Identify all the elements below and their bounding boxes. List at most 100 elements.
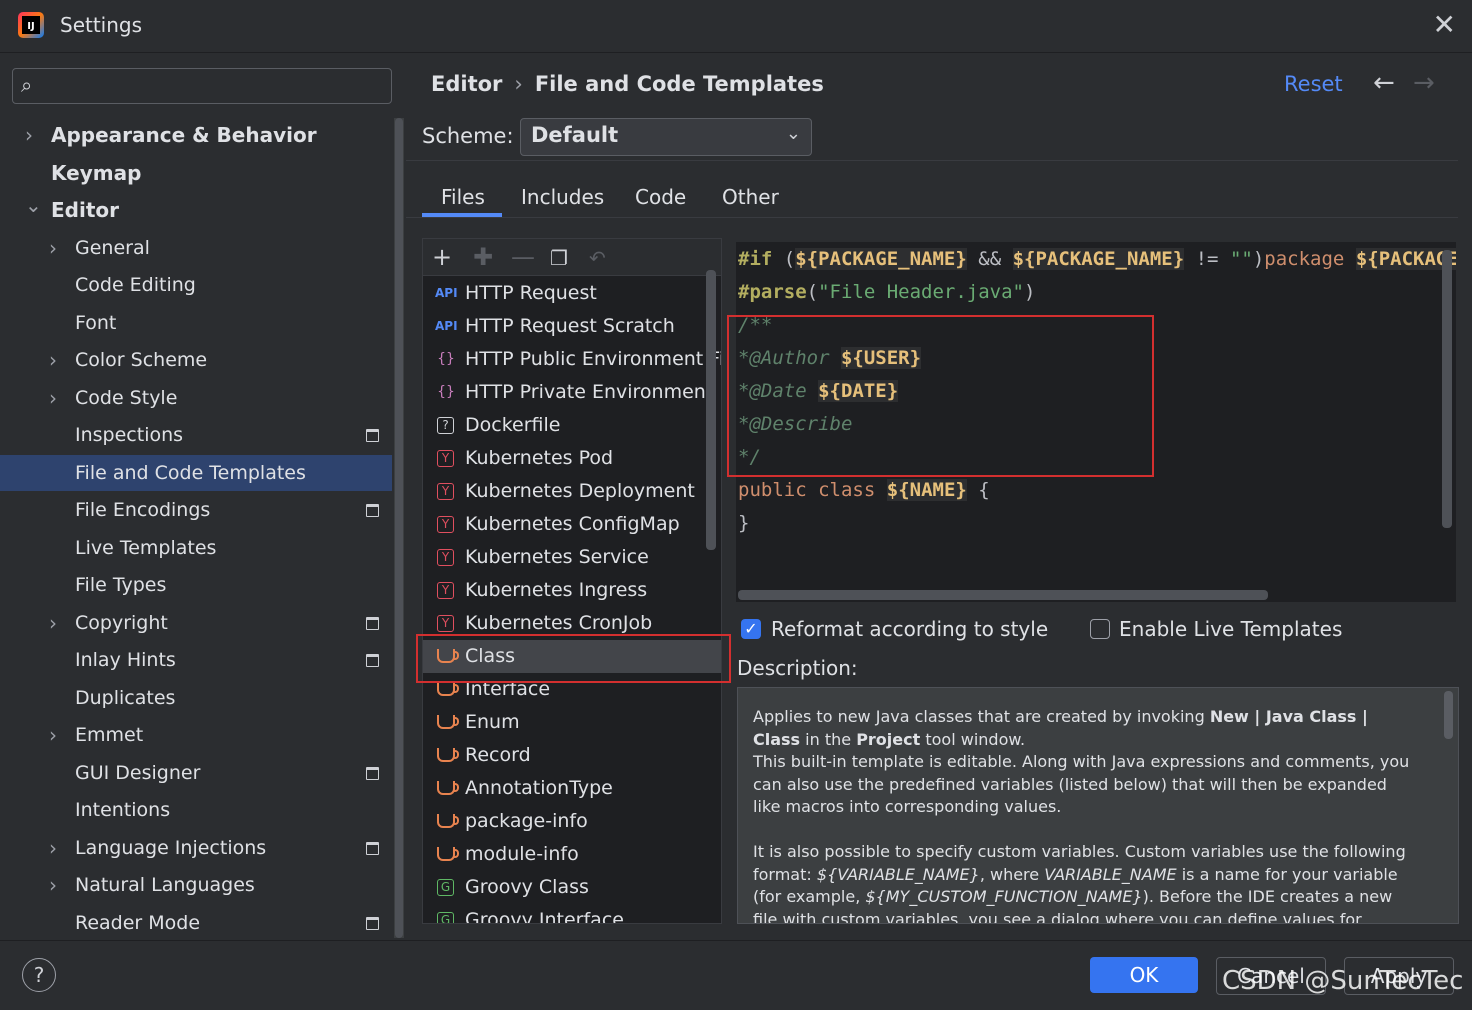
- sidebar-item[interactable]: › Appearance & Behavior: [0, 117, 392, 153]
- help-icon[interactable]: ?: [22, 958, 56, 992]
- yaml-icon: Y: [437, 549, 454, 566]
- ok-button[interactable]: OK: [1090, 957, 1198, 993]
- code-line: #parse("File Header.java"): [738, 276, 1035, 309]
- project-settings-icon: [366, 504, 379, 517]
- sidebar-item[interactable]: › Color Scheme: [0, 342, 392, 378]
- tab-code[interactable]: Code: [635, 185, 686, 209]
- remove-icon[interactable]: —: [511, 243, 535, 271]
- live-templates-checkbox[interactable]: [1090, 619, 1110, 639]
- chevron-right-icon[interactable]: ›: [49, 830, 57, 866]
- sidebar-item[interactable]: Live Templates: [0, 530, 392, 566]
- template-toolbar: + ✚ — ❐ ↶: [423, 239, 721, 276]
- template-list-scrollbar[interactable]: [706, 270, 716, 550]
- sidebar-item[interactable]: › General: [0, 230, 392, 266]
- sidebar-item[interactable]: › Code Style: [0, 380, 392, 416]
- sidebar-item[interactable]: GUI Designer: [0, 755, 392, 791]
- template-item[interactable]: {} HTTP Public Environment File: [423, 343, 721, 376]
- add-icon[interactable]: +: [432, 243, 452, 271]
- template-item[interactable]: Y Kubernetes Service: [423, 541, 721, 574]
- live-templates-label[interactable]: Enable Live Templates: [1119, 617, 1342, 641]
- sidebar-item[interactable]: File Types: [0, 567, 392, 603]
- template-item-label: Groovy Interface: [465, 909, 624, 924]
- sidebar-item[interactable]: Keymap: [0, 155, 392, 191]
- chevron-right-icon[interactable]: ›: [49, 867, 57, 903]
- sidebar-item[interactable]: Code Editing: [0, 267, 392, 303]
- chevron-right-icon[interactable]: ›: [49, 380, 57, 416]
- template-item[interactable]: Y Kubernetes Ingress: [423, 574, 721, 607]
- forward-arrow-icon[interactable]: →: [1413, 68, 1435, 98]
- reset-link[interactable]: Reset: [1284, 72, 1343, 96]
- template-item[interactable]: G Groovy Class: [423, 871, 721, 904]
- sidebar-item-label: Code Editing: [75, 274, 196, 296]
- revert-icon[interactable]: ↶: [589, 246, 606, 270]
- template-item[interactable]: API HTTP Request Scratch: [423, 310, 721, 343]
- code-line: }: [738, 507, 749, 540]
- code-token: public: [738, 479, 807, 501]
- close-icon[interactable]: ✕: [1433, 8, 1456, 41]
- template-item[interactable]: G Groovy Interface: [423, 904, 721, 924]
- sidebar-item-label: Natural Languages: [75, 874, 255, 896]
- template-item[interactable]: API HTTP Request: [423, 277, 721, 310]
- breadcrumb: Editor › File and Code Templates: [431, 72, 824, 96]
- template-item[interactable]: Record: [423, 739, 721, 772]
- sidebar-item[interactable]: Inspections: [0, 417, 392, 453]
- code-token: #parse: [738, 281, 807, 303]
- sidebar-item[interactable]: › Natural Languages: [0, 867, 392, 903]
- reformat-label[interactable]: Reformat according to style: [771, 617, 1048, 641]
- add-child-icon[interactable]: ✚: [473, 243, 493, 271]
- copy-icon[interactable]: ❐: [550, 246, 568, 270]
- sidebar-item[interactable]: › Copyright: [0, 605, 392, 641]
- template-item[interactable]: module-info: [423, 838, 721, 871]
- breadcrumb-editor[interactable]: Editor: [431, 72, 502, 96]
- sidebar-scrollbar[interactable]: [394, 118, 404, 938]
- description-scrollbar[interactable]: [1444, 691, 1453, 739]
- editor-vertical-scrollbar[interactable]: [1442, 250, 1452, 528]
- scheme-dropdown[interactable]: Default ⌄: [520, 118, 812, 156]
- template-item-label: Record: [465, 744, 531, 766]
- sidebar-item[interactable]: Inlay Hints: [0, 642, 392, 678]
- tab-includes[interactable]: Includes: [521, 185, 604, 209]
- template-item[interactable]: ? Dockerfile: [423, 409, 721, 442]
- description-panel[interactable]: Applies to new Java classes that are cre…: [737, 687, 1459, 924]
- back-arrow-icon[interactable]: ←: [1373, 68, 1395, 98]
- code-token: package: [1264, 248, 1345, 270]
- sidebar-item-label: File Encodings: [75, 499, 211, 521]
- java-icon: [437, 814, 459, 828]
- tab-other[interactable]: Other: [722, 185, 779, 209]
- chevron-right-icon[interactable]: ›: [49, 342, 57, 378]
- chevron-right-icon[interactable]: ›: [25, 117, 33, 153]
- template-item[interactable]: Y Kubernetes ConfigMap: [423, 508, 721, 541]
- template-item[interactable]: Enum: [423, 706, 721, 739]
- chevron-right-icon[interactable]: ›: [49, 230, 57, 266]
- sidebar-item[interactable]: Reader Mode: [0, 905, 392, 941]
- sidebar-item-label: Reader Mode: [75, 911, 201, 934]
- sidebar-item[interactable]: › Emmet: [0, 717, 392, 753]
- tab-files[interactable]: Files: [441, 185, 485, 209]
- chevron-down-icon[interactable]: ⌄: [25, 187, 42, 223]
- sidebar-item[interactable]: Font: [0, 305, 392, 341]
- chevron-right-icon[interactable]: ›: [49, 605, 57, 641]
- sidebar-item[interactable]: Intentions: [0, 792, 392, 828]
- sidebar-item[interactable]: File and Code Templates: [0, 454, 392, 491]
- template-item[interactable]: {} HTTP Private Environment File: [423, 376, 721, 409]
- sidebar-item[interactable]: Duplicates: [0, 680, 392, 716]
- template-item[interactable]: AnnotationType: [423, 772, 721, 805]
- highlight-box: [727, 315, 1154, 477]
- sidebar-item[interactable]: › Language Injections: [0, 830, 392, 866]
- template-item[interactable]: package-info: [423, 805, 721, 838]
- code-token: class: [818, 479, 876, 501]
- settings-search-input[interactable]: ⌕: [12, 68, 392, 104]
- groovy-icon: G: [437, 879, 454, 896]
- sidebar-item[interactable]: File Encodings: [0, 492, 392, 528]
- template-item[interactable]: Y Kubernetes Deployment: [423, 475, 721, 508]
- code-token: ): [1252, 248, 1265, 270]
- chevron-right-icon[interactable]: ›: [49, 717, 57, 753]
- reformat-checkbox[interactable]: ✓: [741, 619, 761, 639]
- template-item-label: Kubernetes Pod: [465, 447, 614, 469]
- sidebar-item[interactable]: ⌄ Editor: [0, 192, 392, 228]
- sidebar-item-label: Editor: [51, 198, 119, 222]
- template-item[interactable]: Y Kubernetes Pod: [423, 442, 721, 475]
- editor-horizontal-scrollbar[interactable]: [738, 590, 1268, 600]
- template-item-label: module-info: [465, 843, 579, 865]
